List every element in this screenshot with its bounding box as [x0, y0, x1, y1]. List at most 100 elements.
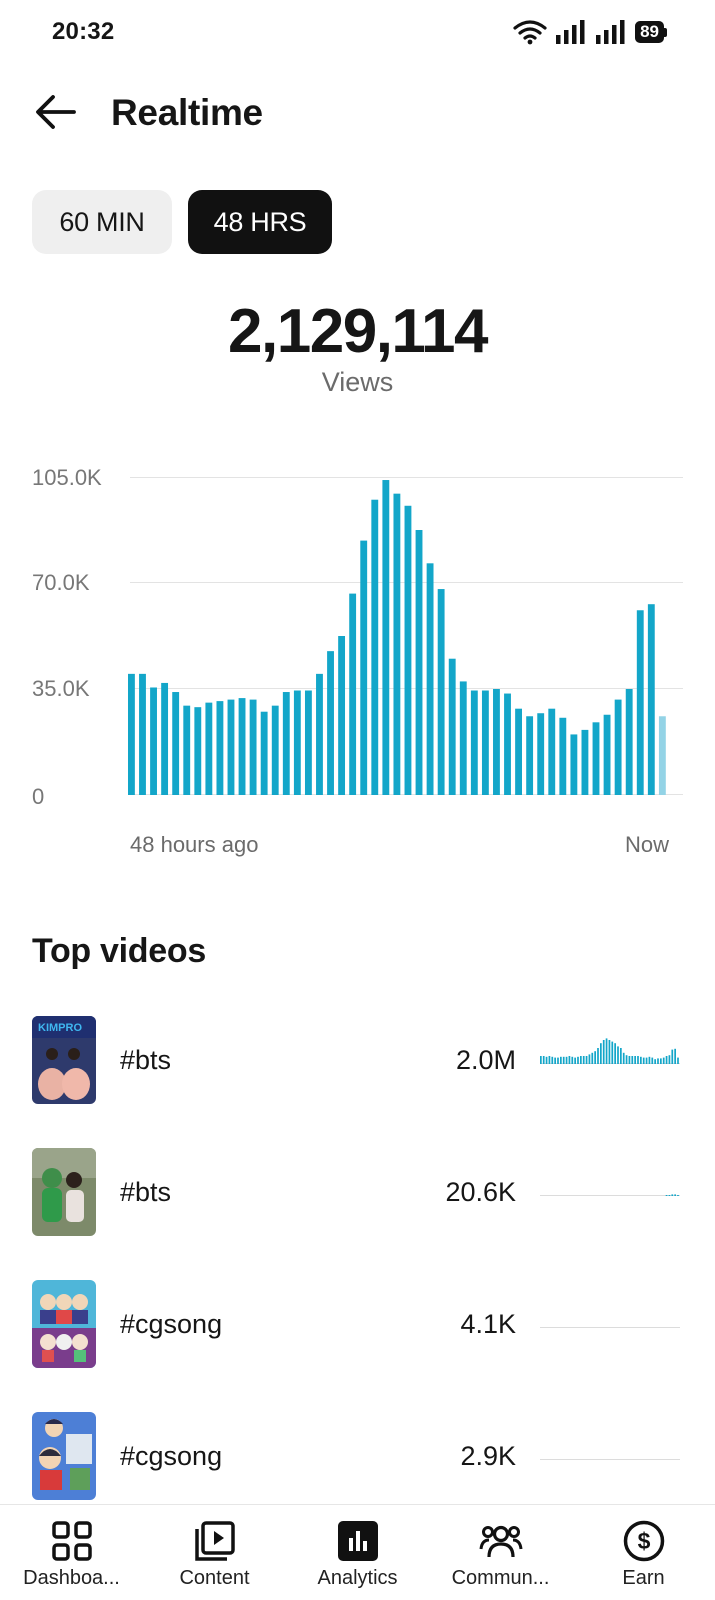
nav-item-earn[interactable]: $ Earn: [572, 1505, 715, 1600]
sparkline-bar: [605, 1038, 608, 1064]
video-title: #bts: [120, 1177, 172, 1207]
nav-item-dashboard[interactable]: Dashboa...: [0, 1505, 143, 1600]
header: Realtime: [0, 80, 715, 144]
back-button[interactable]: [30, 90, 80, 134]
sparkline-bar: [642, 1057, 645, 1064]
video-row[interactable]: #cgsong 2.9K: [0, 1412, 715, 1502]
chart-bar: [448, 658, 456, 795]
tab-60-min[interactable]: 60 MIN: [32, 190, 172, 254]
sparkline-bar: [580, 1056, 582, 1064]
sparkline-bar: [668, 1055, 671, 1064]
video-title: #cgsong: [120, 1441, 223, 1471]
sparkline-bar: [571, 1056, 574, 1064]
sparkline-bar: [594, 1051, 596, 1064]
sparkline-bar: [628, 1056, 631, 1064]
sparkline-bar: [671, 1194, 674, 1196]
sparkline-bar: [677, 1195, 679, 1196]
nav-label: Earn: [622, 1567, 665, 1589]
chart-bar: [614, 699, 622, 795]
sparkline-bar: [600, 1043, 602, 1064]
earn-icon: $: [623, 1520, 664, 1562]
chart-bar: [172, 692, 180, 795]
chart-bar: [526, 716, 534, 795]
sparkline-bar: [554, 1057, 556, 1064]
chart-bar: [238, 698, 246, 795]
video-views: 4.1K: [460, 1309, 516, 1339]
chart-bar: [603, 714, 611, 795]
chart-bar: [515, 708, 522, 795]
page-title: Realtime: [111, 92, 263, 133]
signal-icon-2: [596, 20, 625, 44]
nav-label: Commun...: [451, 1567, 550, 1589]
nav-label: Content: [179, 1567, 250, 1589]
sparkline-bar: [668, 1195, 671, 1196]
nav-label: Dashboa...: [23, 1567, 120, 1589]
chart-bar: [282, 692, 290, 795]
nav-label: Analytics: [317, 1567, 398, 1589]
chart-bar: [459, 681, 467, 795]
video-sparkline: [540, 1038, 680, 1064]
chart-bar: [249, 699, 257, 795]
nav-item-content[interactable]: Content: [143, 1505, 286, 1600]
sparkline-bar: [631, 1056, 634, 1064]
video-row[interactable]: #cgsong 4.1K: [0, 1280, 715, 1370]
sparkline-bar: [674, 1194, 676, 1196]
chart-bar: [227, 699, 235, 795]
chart-bar: [128, 673, 135, 795]
video-sparkline: [540, 1459, 680, 1460]
chart-bar: [293, 690, 301, 795]
sparkline-bar: [674, 1048, 676, 1064]
sparkline-bar: [648, 1056, 651, 1064]
chart-bar: [338, 636, 346, 795]
video-row[interactable]: #bts 20.6K: [0, 1148, 715, 1238]
video-sparkline: [540, 1327, 680, 1328]
chart-bar: [304, 690, 312, 795]
dashboard-icon: [51, 1521, 92, 1561]
chart-bar: [393, 493, 401, 795]
status-time: 20:32: [52, 18, 115, 45]
sparkline-bar: [560, 1056, 562, 1064]
chart-bar: [205, 702, 213, 795]
sparkline-bar: [540, 1056, 542, 1064]
chart-bar: [625, 689, 633, 795]
sparkline-bar: [557, 1057, 559, 1064]
video-thumbnail: [32, 1412, 96, 1500]
chart-bar: [349, 593, 357, 795]
chart-bar: [260, 711, 268, 795]
sparkline-bar: [625, 1055, 628, 1064]
video-row[interactable]: KIMPRO #bts 2.0M: [0, 1016, 715, 1106]
sparkline-bar: [611, 1041, 614, 1064]
battery-level: 89: [635, 21, 664, 43]
chart-bar: [415, 530, 423, 795]
sparkline-bar: [677, 1057, 679, 1064]
video-sparkline: [540, 1194, 680, 1196]
sparkline-bar: [585, 1056, 588, 1064]
chart-bars: [128, 480, 666, 795]
chart-bar: [570, 734, 578, 795]
sparkline-baseline: [540, 1459, 680, 1460]
sparkline-bar: [640, 1056, 642, 1064]
sparkline-bar: [665, 1195, 668, 1196]
sparkline-bar: [588, 1054, 591, 1064]
analytics-icon: [337, 1521, 378, 1561]
sparkline-bar: [562, 1056, 565, 1064]
sparkline-baseline: [540, 1195, 680, 1196]
sparkline-bar: [574, 1057, 576, 1064]
chart-bar: [183, 705, 191, 795]
chart-bar: [493, 689, 500, 795]
nav-item-community[interactable]: Commun...: [429, 1505, 572, 1600]
chart-bar: [404, 505, 412, 795]
sparkline-bar: [662, 1057, 665, 1064]
signal-icon: [556, 20, 585, 44]
sparkline-bar: [565, 1056, 568, 1064]
video-views: 2.9K: [460, 1441, 516, 1471]
tab-48-hrs[interactable]: 48 HRS: [188, 190, 332, 254]
chart-bar: [470, 690, 478, 795]
video-thumbnail: [32, 1148, 96, 1236]
nav-item-analytics[interactable]: Analytics: [286, 1505, 429, 1600]
status-icons: 89: [513, 18, 667, 46]
sparkline-bar: [665, 1056, 668, 1064]
chart-bar: [636, 610, 644, 795]
community-icon: [479, 1525, 522, 1558]
chart-bar: [360, 540, 368, 795]
